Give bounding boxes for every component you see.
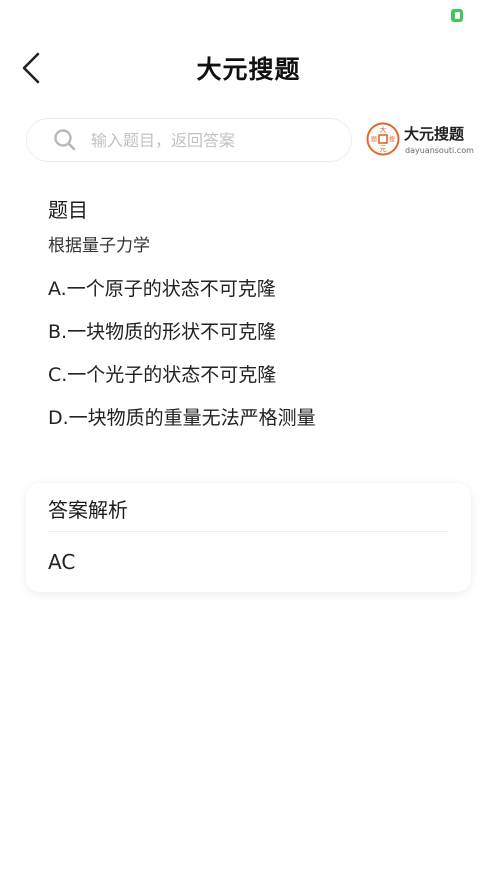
answer-value: AC	[48, 550, 76, 574]
question-section: 题目 根据量子力学 A.一个原子的状态不可克隆 B.一块物质的形状不可克隆 C.…	[48, 194, 468, 440]
page-title: 大元搜题	[196, 55, 301, 84]
answer-card: 答案解析 AC	[26, 483, 471, 592]
search-input[interactable]	[91, 130, 311, 150]
status-bar	[0, 0, 497, 30]
brand-url: dayuansouti.com	[405, 146, 474, 155]
options-list: A.一个原子的状态不可克隆 B.一块物质的形状不可克隆 C.一个光子的状态不可克…	[48, 268, 468, 440]
brand-logo: 大 题 搜 元	[366, 122, 400, 156]
brand-seal-char: 题	[371, 137, 377, 144]
search-row: 大 题 搜 元 大元搜题 dayuansouti.com	[26, 118, 476, 164]
brand-seal-char: 大	[380, 125, 387, 134]
divider	[48, 531, 449, 532]
battery-icon	[451, 9, 463, 22]
nav-bar: 大元搜题	[0, 40, 497, 96]
brand-name: 大元搜题	[404, 125, 465, 143]
option-c: C.一个光子的状态不可克隆	[48, 364, 277, 386]
brand-seal-char: 元	[380, 145, 387, 153]
option-b: B.一块物质的形状不可克隆	[48, 321, 277, 343]
search-icon	[54, 129, 76, 151]
brand-badge: 大 题 搜 元 大元搜题 dayuansouti.com	[362, 120, 480, 162]
brand-seal-char: 搜	[389, 136, 395, 144]
question-heading: 题目	[48, 198, 88, 222]
search-box[interactable]	[26, 118, 352, 162]
question-text: 根据量子力学	[48, 236, 150, 256]
option-a: A.一个原子的状态不可克隆	[48, 278, 276, 300]
answer-heading: 答案解析	[48, 498, 128, 522]
option-d: D.一块物质的重量无法严格测量	[48, 407, 316, 429]
